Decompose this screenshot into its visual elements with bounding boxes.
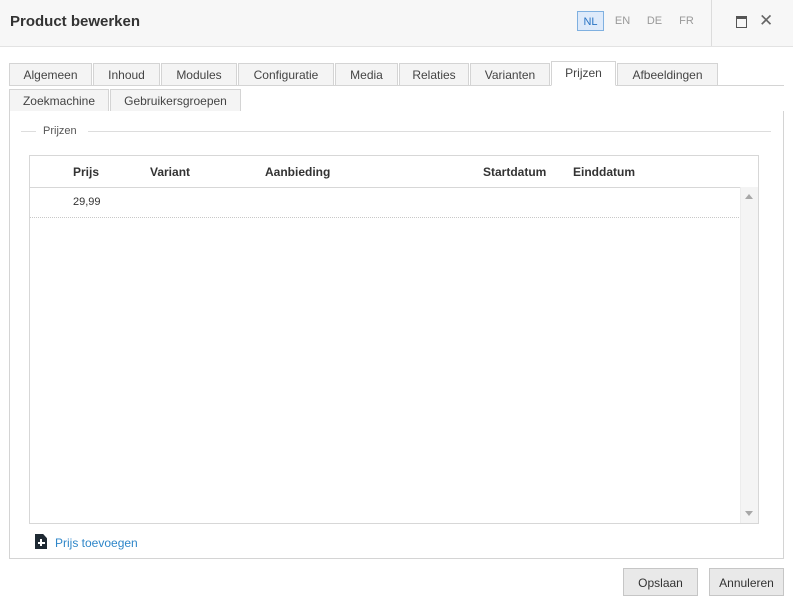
header-divider	[711, 0, 712, 46]
cell-prijs: 29,99	[73, 196, 101, 208]
close-icon[interactable]: ✕	[759, 11, 773, 31]
tab-varianten[interactable]: Varianten	[470, 63, 550, 86]
save-button[interactable]: Opslaan	[623, 568, 698, 596]
tab-media[interactable]: Media	[335, 63, 398, 86]
tab-configuratie[interactable]: Configuratie	[238, 63, 334, 86]
tab-afbeeldingen[interactable]: Afbeeldingen	[617, 63, 718, 86]
tab-inhoud[interactable]: Inhoud	[93, 63, 160, 86]
chevron-down-icon[interactable]	[745, 511, 753, 516]
tab-prijzen[interactable]: Prijzen	[551, 61, 616, 86]
grid-scrollbar[interactable]	[740, 187, 758, 523]
lang-de-button[interactable]: DE	[641, 11, 668, 31]
file-plus-icon	[35, 534, 47, 549]
add-price-label: Prijs toevoegen	[55, 536, 138, 550]
column-header-variant[interactable]: Variant	[150, 156, 190, 187]
section-legend: Prijzen	[43, 125, 77, 137]
dialog-title: Product bewerken	[10, 13, 141, 30]
lang-en-button[interactable]: EN	[609, 11, 636, 31]
cancel-button[interactable]: Annuleren	[709, 568, 784, 596]
column-header-prijs[interactable]: Prijs	[73, 156, 99, 187]
tab-zoekmachine[interactable]: Zoekmachine	[9, 89, 109, 112]
column-header-startdatum[interactable]: Startdatum	[483, 156, 546, 187]
tab-relaties[interactable]: Relaties	[399, 63, 469, 86]
fieldset-line	[21, 131, 36, 132]
lang-fr-button[interactable]: FR	[673, 11, 700, 31]
lang-nl-button[interactable]: NL	[577, 11, 604, 31]
prices-grid: Prijs Variant Aanbieding Startdatum Eind…	[29, 155, 759, 524]
tab-modules[interactable]: Modules	[161, 63, 237, 86]
dialog-header: Product bewerken NL EN DE FR ✕	[0, 0, 793, 47]
maximize-icon[interactable]	[736, 16, 747, 28]
table-row[interactable]: 29,99	[30, 187, 741, 218]
tab-algemeen[interactable]: Algemeen	[9, 63, 92, 86]
tab-gebruikersgroepen[interactable]: Gebruikersgroepen	[110, 89, 241, 112]
fieldset-line	[88, 131, 771, 132]
column-header-aanbieding[interactable]: Aanbieding	[265, 156, 330, 187]
column-header-einddatum[interactable]: Einddatum	[573, 156, 635, 187]
chevron-up-icon[interactable]	[745, 194, 753, 199]
grid-header: Prijs Variant Aanbieding Startdatum Eind…	[30, 156, 758, 188]
